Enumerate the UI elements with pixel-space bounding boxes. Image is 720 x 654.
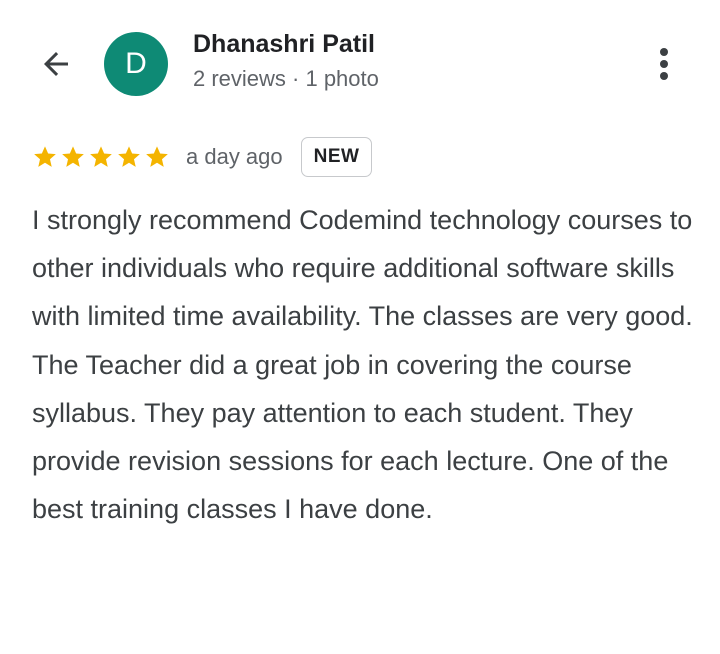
avatar[interactable]: D [104, 32, 168, 96]
review-text: I strongly recommend Codemind technology… [32, 205, 693, 525]
star-rating [32, 144, 170, 170]
reviewer-meta: 2 reviews · 1 photo [193, 66, 379, 91]
rating-row: a day ago NEW [32, 136, 373, 178]
more-vert-icon [660, 48, 668, 80]
reviewer-name[interactable]: Dhanashri Patil [193, 30, 375, 59]
more-options-button[interactable] [640, 38, 688, 90]
arrow-left-icon [44, 52, 68, 76]
star-icon [144, 144, 170, 170]
star-icon [60, 144, 86, 170]
review-time: a day ago [186, 144, 283, 169]
review-detail-page: D Dhanashri Patil 2 reviews · 1 photo a … [0, 0, 720, 654]
star-icon [88, 144, 114, 170]
star-icon [116, 144, 142, 170]
back-button[interactable] [28, 40, 84, 88]
avatar-letter: D [125, 47, 147, 80]
star-icon [32, 144, 58, 170]
new-badge: NEW [300, 137, 373, 177]
